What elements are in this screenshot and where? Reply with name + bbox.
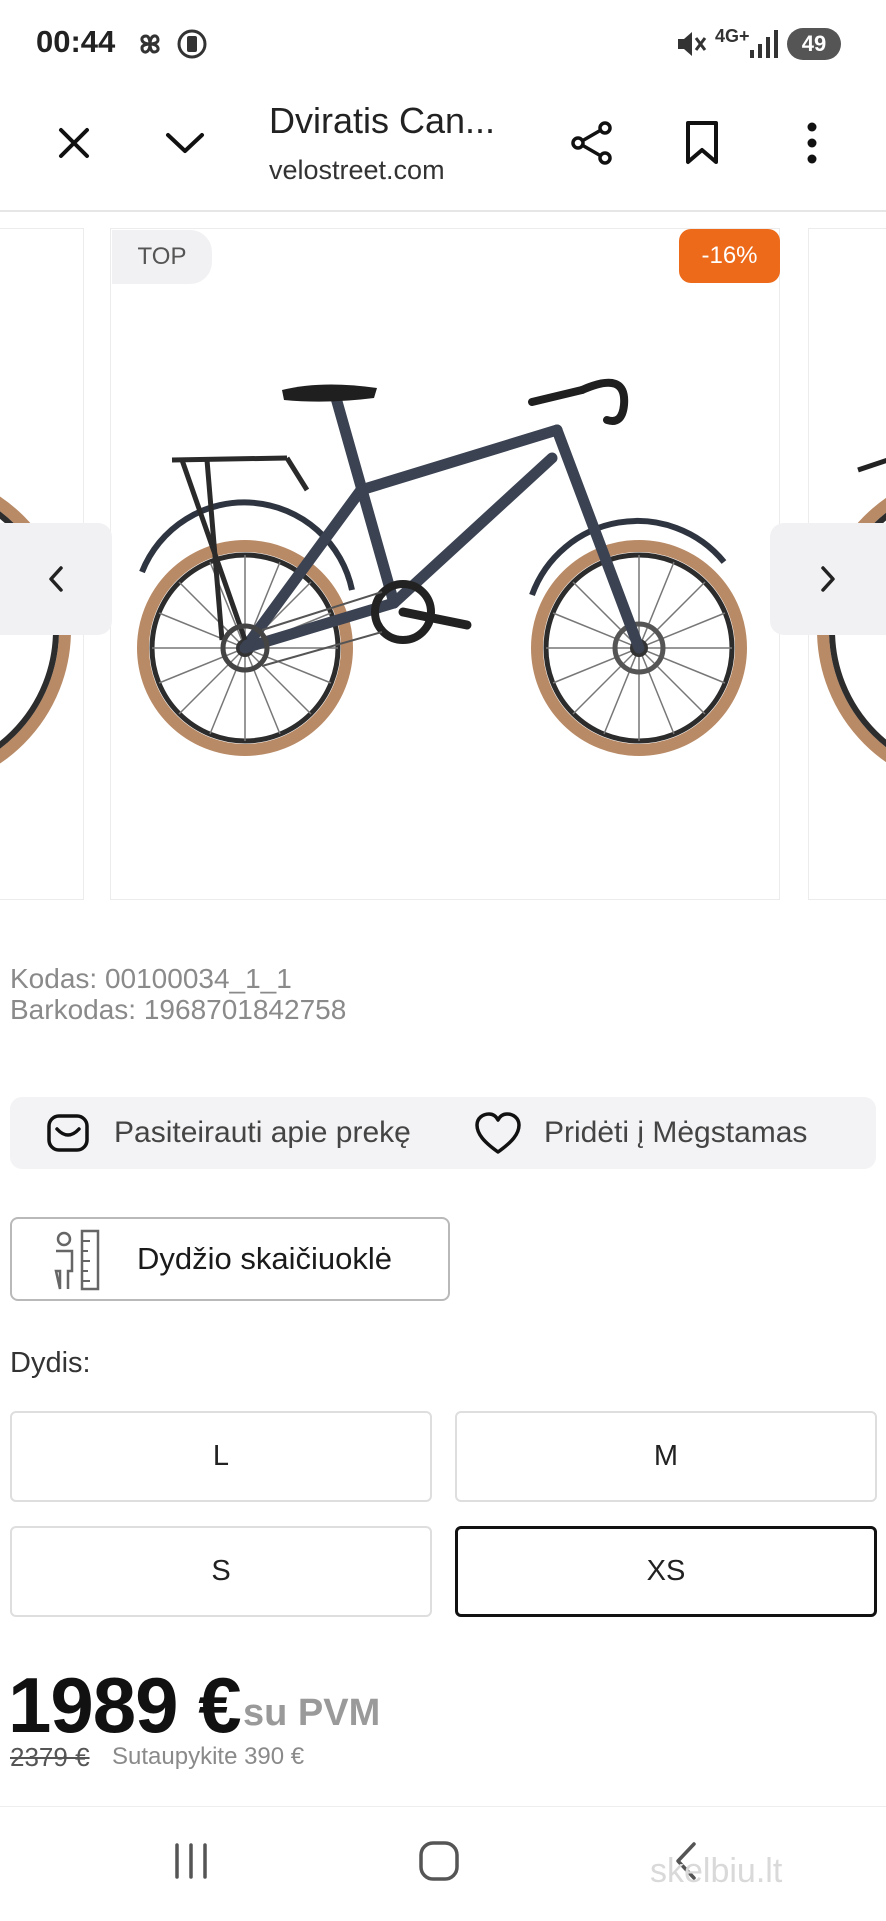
more-icon (807, 122, 817, 164)
price-vat-note: su PVM (243, 1692, 381, 1734)
chevron-right-icon (821, 566, 835, 592)
status-time: 00:44 (36, 24, 116, 59)
battery-saver-icon (177, 29, 207, 59)
page-domain[interactable]: velostreet.com (269, 155, 445, 186)
battery-indicator: 49 (787, 28, 841, 60)
share-icon (571, 121, 612, 165)
height-measure-icon (54, 1229, 100, 1291)
discount-badge: -16% (679, 229, 780, 283)
chevron-down-icon (166, 133, 204, 153)
carousel-next-button[interactable] (770, 523, 886, 635)
bookmark-button[interactable] (672, 113, 732, 173)
add-favorite-label: Pridėti į Mėgstamas (544, 1116, 808, 1149)
product-code: Kodas: 00100034_1_1 (10, 963, 292, 994)
signal-icon (750, 30, 778, 58)
size-option-l[interactable]: L (10, 1411, 432, 1502)
bookmark-icon (686, 121, 718, 164)
watermark: skelbiu.lt (650, 1852, 783, 1890)
home-icon[interactable] (418, 1840, 460, 1882)
carousel-prev-button[interactable] (0, 523, 112, 635)
more-button[interactable] (782, 113, 842, 173)
size-label: Dydis: (10, 1347, 91, 1379)
size-option-s[interactable]: S (10, 1526, 432, 1617)
recent-apps-icon[interactable] (171, 1843, 211, 1879)
close-icon (59, 128, 89, 158)
top-badge: TOP (112, 230, 212, 284)
size-calculator-label: Dydžio skaičiuoklė (137, 1241, 392, 1276)
inquire-label: Pasiteirauti apie prekę (114, 1116, 411, 1149)
expand-button[interactable] (155, 113, 215, 173)
size-calculator-button[interactable]: Dydžio skaičiuoklė (10, 1217, 450, 1301)
size-option-m[interactable]: M (455, 1411, 877, 1502)
product-barcode: Barkodas: 1968701842758 (10, 994, 347, 1025)
add-favorite-button[interactable]: Pridėti į Mėgstamas (470, 1100, 850, 1166)
inquire-button[interactable]: Pasiteirauti apie prekę (40, 1100, 440, 1166)
page-title[interactable]: Dviratis Can... (269, 100, 495, 142)
chevron-left-icon (49, 566, 63, 592)
mute-icon (678, 32, 707, 56)
network-type: 4G+ (715, 26, 750, 46)
bike-image (137, 378, 747, 756)
message-icon (47, 1114, 89, 1152)
heart-icon (475, 1112, 521, 1154)
pinwheel-icon (140, 34, 160, 54)
status-bar: 00:44 4G+ 49 (0, 0, 886, 88)
old-price: 2379 € (10, 1742, 90, 1772)
price: 1989 € (8, 1661, 242, 1749)
size-option-xs[interactable]: XS (455, 1526, 877, 1617)
share-button[interactable] (562, 113, 622, 173)
savings-text: Sutaupykite 390 € (112, 1743, 305, 1770)
close-button[interactable] (44, 113, 104, 173)
